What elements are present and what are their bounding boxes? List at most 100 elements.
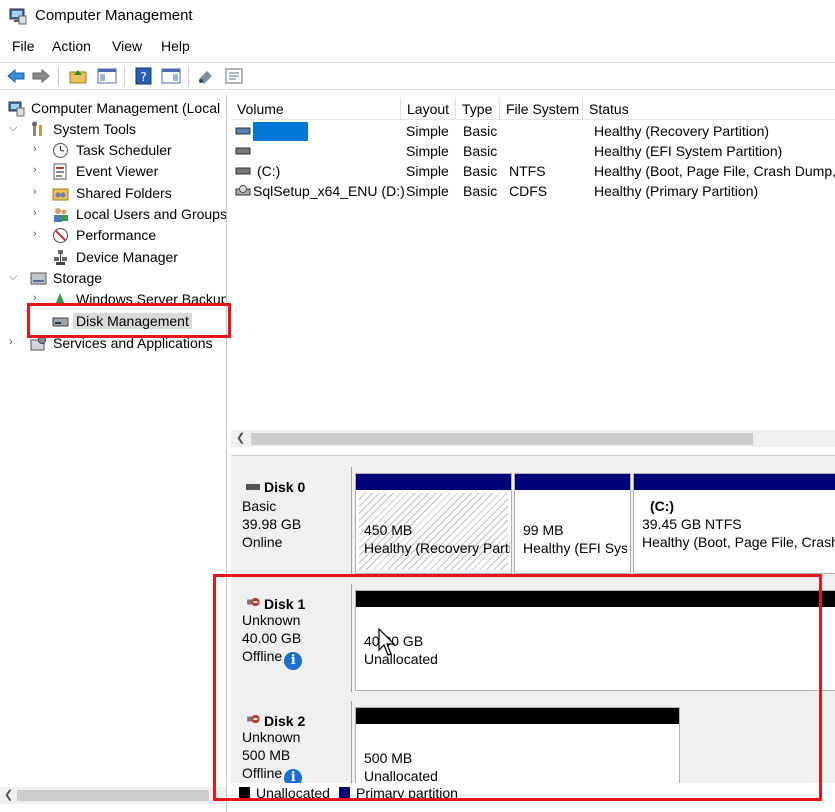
disk-offline-icon bbox=[247, 714, 260, 724]
unallocated-bar bbox=[356, 591, 835, 607]
primary-partition-bar bbox=[634, 474, 835, 490]
mouse-cursor-icon bbox=[378, 628, 396, 656]
partition-c[interactable]: (C:) 39.45 GB NTFS Healthy (Boot, Page F… bbox=[633, 473, 835, 574]
table-row[interactable]: Simple Basic Healthy (Recovery Partition… bbox=[231, 122, 835, 142]
back-arrow-icon[interactable] bbox=[6, 67, 26, 85]
disk-state-offline[interactable]: Offline i bbox=[242, 765, 303, 783]
tree-item-disk-management[interactable]: Disk Management bbox=[0, 312, 226, 332]
tree-item-device-manager[interactable]: Device Manager bbox=[0, 248, 226, 268]
tree-item-event-viewer[interactable]: › Event Viewer bbox=[0, 162, 226, 182]
disk-icon bbox=[52, 317, 69, 327]
partition-status: Unallocated bbox=[364, 651, 438, 667]
partition-status: Healthy (Boot, Page File, Crash bbox=[642, 534, 835, 550]
chevron-right-icon[interactable]: › bbox=[33, 207, 45, 219]
tree-item-task-scheduler[interactable]: › Task Scheduler bbox=[0, 141, 226, 161]
disk-name: Disk 0 bbox=[264, 479, 306, 495]
toolbar-separator bbox=[124, 67, 125, 86]
menu-help[interactable]: Help bbox=[161, 38, 190, 54]
partition-unallocated[interactable]: 500 MB Unallocated bbox=[355, 707, 680, 783]
chevron-right-icon[interactable]: › bbox=[33, 292, 45, 304]
up-folder-icon[interactable] bbox=[68, 67, 88, 85]
cell-type: Basic bbox=[463, 163, 498, 179]
menu-view[interactable]: View bbox=[112, 38, 142, 54]
chevron-right-icon[interactable]: › bbox=[33, 143, 45, 155]
backup-icon bbox=[55, 293, 65, 304]
tree-item-shared-folders[interactable]: › Shared Folders bbox=[0, 184, 226, 204]
cell-layout: Simple bbox=[406, 183, 449, 199]
help-icon[interactable]: ? bbox=[134, 67, 154, 85]
cell-status: Healthy (Recovery Partition) bbox=[594, 123, 770, 139]
cell-type: Basic bbox=[463, 123, 498, 139]
partition-size: 99 MB bbox=[523, 522, 564, 538]
column-header-volume[interactable]: Volume bbox=[231, 98, 401, 120]
table-row[interactable]: SqlSetup_x64_ENU (D:) Simple Basic CDFS … bbox=[231, 182, 835, 202]
chevron-down-icon[interactable]: ⌵ bbox=[9, 122, 21, 134]
column-header-file-system[interactable]: File System bbox=[500, 98, 583, 120]
chevron-right-icon[interactable]: › bbox=[9, 336, 21, 348]
column-header-layout[interactable]: Layout bbox=[401, 98, 456, 120]
volume-icon bbox=[235, 167, 251, 175]
tree-item-local-users-groups[interactable]: › Local Users and Groups bbox=[0, 205, 226, 225]
disk-2-info[interactable]: Disk 2 Unknown 500 MB Offline i bbox=[234, 701, 352, 783]
toolbar-separator bbox=[58, 67, 59, 86]
tree-item-label: Event Viewer bbox=[76, 163, 159, 179]
disk-state-offline[interactable]: Offline i bbox=[242, 648, 303, 670]
disk-name: Disk 2 bbox=[264, 713, 306, 729]
chevron-right-icon[interactable]: › bbox=[33, 228, 45, 240]
partition-efi[interactable]: 99 MB Healthy (EFI Syst bbox=[514, 473, 631, 574]
tree-horizontal-scrollbar[interactable]: ❮ bbox=[0, 787, 226, 804]
scroll-left-icon[interactable]: ❮ bbox=[236, 431, 245, 444]
menu-action[interactable]: Action bbox=[52, 38, 91, 54]
tree-item-system-tools[interactable]: ⌵ System Tools bbox=[0, 120, 226, 140]
tree-item-performance[interactable]: › Performance bbox=[0, 226, 226, 246]
disk-graphical-view[interactable]: Disk 0 Basic 39.98 GB Online 450 MB Heal… bbox=[231, 463, 835, 783]
computer-management-icon bbox=[8, 101, 25, 117]
scrollbar-thumb[interactable] bbox=[17, 790, 209, 801]
disk-1-info[interactable]: Disk 1 Unknown 40.00 GB Offline i bbox=[234, 584, 352, 692]
chevron-right-icon[interactable]: › bbox=[33, 164, 45, 176]
cell-status: Healthy (Boot, Page File, Crash Dump, bbox=[594, 163, 835, 179]
column-header-status[interactable]: Status bbox=[583, 98, 835, 120]
connect-icon[interactable] bbox=[196, 67, 216, 85]
legend-primary-swatch bbox=[339, 787, 350, 798]
partition-unallocated[interactable]: 40.00 GB Unallocated bbox=[355, 590, 835, 691]
disk-offline-icon bbox=[247, 597, 260, 607]
partition-status: Healthy (EFI Syst bbox=[523, 540, 627, 556]
scroll-left-icon[interactable]: ❮ bbox=[4, 788, 13, 801]
show-hide-console-tree-icon[interactable] bbox=[97, 67, 117, 85]
svg-text:?: ? bbox=[140, 70, 146, 84]
pane-splitter[interactable] bbox=[231, 455, 835, 463]
chevron-right-icon[interactable]: › bbox=[33, 186, 45, 198]
menu-file[interactable]: File bbox=[12, 38, 35, 54]
toolbar-separator bbox=[188, 67, 189, 86]
cell-status: Healthy (EFI System Partition) bbox=[594, 143, 783, 159]
event-viewer-icon bbox=[53, 163, 67, 180]
show-hide-action-pane-icon[interactable] bbox=[161, 67, 181, 85]
column-header-type[interactable]: Type bbox=[456, 98, 500, 120]
tree-item-windows-server-backup[interactable]: › Windows Server Backup bbox=[0, 290, 226, 304]
tree-item-services-applications[interactable]: › Services and Applications bbox=[0, 334, 226, 354]
tree-item-computer-management[interactable]: Computer Management (Local bbox=[0, 99, 226, 119]
disk-size: 39.98 GB bbox=[242, 516, 302, 532]
chevron-down-icon[interactable]: ⌵ bbox=[9, 271, 21, 283]
table-row[interactable]: (C:) Simple Basic NTFS Healthy (Boot, Pa… bbox=[231, 162, 835, 182]
volume-list[interactable]: Volume Layout Type File System Status Si… bbox=[231, 95, 835, 455]
info-icon[interactable]: i bbox=[284, 652, 303, 670]
tree-item-label: Services and Applications bbox=[53, 335, 213, 351]
disk-0-info[interactable]: Disk 0 Basic 39.98 GB Online bbox=[234, 467, 352, 575]
disk-state: Offline bbox=[242, 765, 283, 781]
volume-horizontal-scrollbar[interactable]: ❮ bbox=[231, 430, 835, 447]
scrollbar-thumb[interactable] bbox=[251, 433, 753, 445]
partition-status: Unallocated bbox=[364, 768, 438, 783]
table-row[interactable]: Simple Basic Healthy (EFI System Partiti… bbox=[231, 142, 835, 162]
tree-item-storage[interactable]: ⌵ Storage bbox=[0, 269, 226, 289]
services-icon bbox=[30, 336, 46, 351]
console-tree[interactable]: Computer Management (Local ⌵ System Tool… bbox=[0, 95, 227, 812]
cd-drive-icon bbox=[235, 185, 251, 196]
forward-arrow-icon[interactable] bbox=[31, 67, 51, 85]
info-icon[interactable]: i bbox=[284, 769, 303, 783]
properties-icon[interactable] bbox=[224, 67, 244, 85]
clock-icon bbox=[53, 143, 68, 158]
partition-recovery[interactable]: 450 MB Healthy (Recovery Partit bbox=[355, 473, 512, 574]
cell-layout: Simple bbox=[406, 123, 449, 139]
